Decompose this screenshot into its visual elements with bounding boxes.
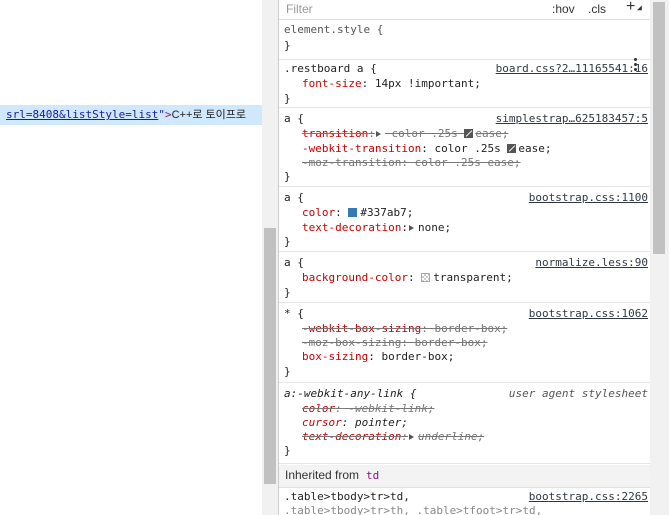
rule-selector-continued: .table>tbody>tr>th, .table>tfoot>tr>td, [284,504,543,515]
rule-a-normalize[interactable]: a { normalize.less:90 background-color: … [279,254,651,303]
rule-close-brace: } [284,286,291,299]
rule-source-link[interactable]: bootstrap.css:1062 [529,307,648,321]
rule-close-brace: } [284,365,291,378]
easing-editor-icon [464,129,474,138]
rule-close-brace: } [284,235,291,248]
rule-restboard-a[interactable]: .restboard a { board.css?2…11165541:16 f… [279,60,651,108]
expand-triangle-icon [408,225,414,231]
rule-selector: a { [284,256,304,269]
inherited-tag-link[interactable]: td [366,469,379,482]
hov-toggle-button[interactable]: :hov [552,2,575,16]
selected-dom-node[interactable]: srl=8408&listStyle=list">C++로 토이프로 [0,105,262,125]
corner-triangle-icon: ◢ [637,3,642,12]
css-property[interactable]: background-color: transparent; [302,271,513,285]
tag-close: > [164,108,172,121]
styles-scrollbar[interactable] [650,0,669,515]
css-property-invalid[interactable]: -moz-transition: color .25s ease; [302,156,521,170]
css-property[interactable]: color: #337ab7; [302,206,413,220]
styles-pane: Filter :hov .cls + ◢ element.style { } .… [278,0,651,515]
rule-selector: element.style { [284,23,384,36]
href-attribute-value[interactable]: srl=8408&listStyle=list [6,108,158,121]
easing-editor-icon [507,144,517,153]
rule-universal[interactable]: * { bootstrap.css:1062 -webkit-box-sizin… [279,305,651,383]
rule-close-brace: } [284,39,291,52]
rule-a-bootstrap[interactable]: a { bootstrap.css:1100 color: #337ab7; t… [279,189,651,252]
rule-selector: * { [284,307,304,320]
expand-triangle-icon [408,434,414,440]
rule-selector: .table>tbody>tr>td, [284,490,410,503]
rule-source-label: user agent stylesheet [508,387,648,400]
css-property-overridden: color: -webkit-link; [302,402,435,415]
dom-scrollbar-thumb[interactable] [264,228,276,484]
css-property-invalid[interactable]: -moz-box-sizing: border-box; [302,336,487,350]
css-property[interactable]: box-sizing: border-box; [302,350,454,364]
cls-toggle-button[interactable]: .cls [588,2,606,16]
rule-table-td[interactable]: .table>tbody>tr>td, bootstrap.css:2265 .… [279,488,651,515]
attr-quote: " [158,108,165,121]
css-property: cursor: pointer; [302,416,408,429]
css-property[interactable]: text-decoration: none; [302,221,451,235]
rule-selector: a { [284,112,304,125]
rule-close-brace: } [284,170,291,183]
css-property[interactable]: -webkit-transition: color .25s ease; [302,142,551,156]
expand-triangle-icon [375,131,381,137]
node-text: C++로 토이프로 [171,109,247,121]
rule-close-brace: } [284,444,291,457]
rule-user-agent[interactable]: a:-webkit-any-link { user agent styleshe… [279,385,651,464]
rule-source-link[interactable]: bootstrap.css:2265 [529,490,648,504]
rule-selector: a:-webkit-any-link { [284,387,417,400]
transparent-swatch-icon [421,273,431,282]
color-swatch-icon [348,208,358,217]
dom-tree-panel: srl=8408&listStyle=list">C++로 토이프로 [0,0,262,515]
rule-selector: .restboard a { [284,62,377,75]
inherited-section-header: Inherited from td [279,465,651,488]
styles-toolbar: Filter :hov .cls + ◢ [279,0,651,20]
filter-input[interactable]: Filter [286,2,313,16]
rule-element-style[interactable]: element.style { } [279,20,651,71]
css-property-overridden[interactable]: transition: color .25s ease; [302,127,508,141]
css-property-overridden: text-decoration: underline; [302,430,485,443]
rule-a-simplestrap[interactable]: a { simplestrap…625183457:5 transition: … [279,110,651,187]
css-property[interactable]: font-size: 14px !important; [302,77,481,91]
dom-scrollbar[interactable] [262,0,278,515]
styles-scrollbar-thumb[interactable] [653,2,665,254]
inherited-label: Inherited from [285,468,360,482]
css-property-overridden[interactable]: -webkit-box-sizing: border-box; [302,322,507,336]
rule-selector: a { [284,191,304,204]
new-rule-button[interactable]: + [626,0,635,16]
rule-source-link[interactable]: simplestrap…625183457:5 [496,112,648,126]
rule-source-link[interactable]: board.css?2…11165541:16 [496,62,648,76]
rule-close-brace: } [284,92,291,105]
rule-source-link[interactable]: bootstrap.css:1100 [529,191,648,205]
rule-source-link[interactable]: normalize.less:90 [535,256,648,270]
